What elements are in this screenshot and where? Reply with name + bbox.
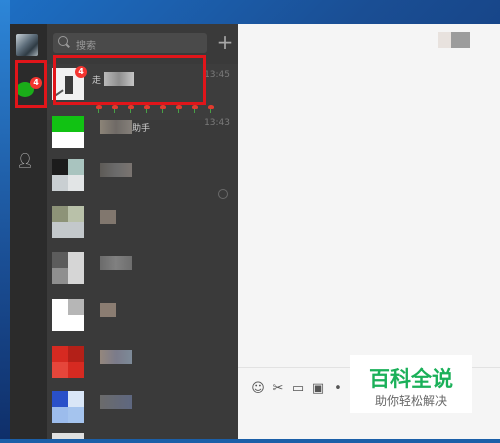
name-blur	[100, 350, 132, 364]
avatar[interactable]	[438, 32, 470, 48]
message-toolbar: ☺ ✂ ▭ ▣ •	[248, 381, 348, 397]
name-blur	[100, 163, 132, 177]
emoji-icon[interactable]: ☺	[248, 381, 268, 396]
name-blur	[100, 210, 116, 224]
avatar	[52, 206, 84, 238]
watermark-subtitle: 助你轻松解决	[374, 394, 447, 408]
avatar	[52, 299, 84, 331]
chat-name: 助手	[132, 124, 151, 134]
folder-icon[interactable]: ▭	[288, 381, 308, 396]
microphone-icon[interactable]: •	[328, 381, 348, 396]
name-blur	[100, 303, 116, 317]
search-placeholder: 搜索	[76, 41, 96, 52]
name-blur	[100, 395, 132, 409]
timestamp: 13:43	[204, 118, 230, 128]
avatar	[52, 159, 84, 191]
scissors-icon[interactable]: ✂	[268, 381, 288, 396]
contacts-icon[interactable]: 👤︎	[16, 152, 38, 170]
highlight-chat-item	[53, 55, 206, 105]
watermark-title: 百科全说	[369, 367, 453, 391]
avatar	[52, 346, 84, 378]
timestamp: 13:45	[204, 70, 230, 80]
avatar	[52, 391, 84, 423]
highlight-chat-nav	[15, 60, 47, 108]
name-blur	[100, 120, 132, 134]
search-input[interactable]: 搜索	[53, 33, 207, 53]
watermark-logo: 百科全说 助你轻松解决	[350, 355, 472, 413]
avatar[interactable]	[16, 34, 38, 56]
avatar	[52, 252, 84, 284]
add-chat-button[interactable]: +	[215, 32, 235, 52]
video-icon[interactable]: ▣	[308, 381, 328, 396]
list-item-partial	[52, 433, 84, 439]
name-blur	[100, 256, 132, 270]
avatar	[52, 116, 84, 148]
mute-icon	[218, 189, 228, 199]
desktop-edge	[0, 0, 10, 439]
search-icon	[58, 36, 68, 46]
